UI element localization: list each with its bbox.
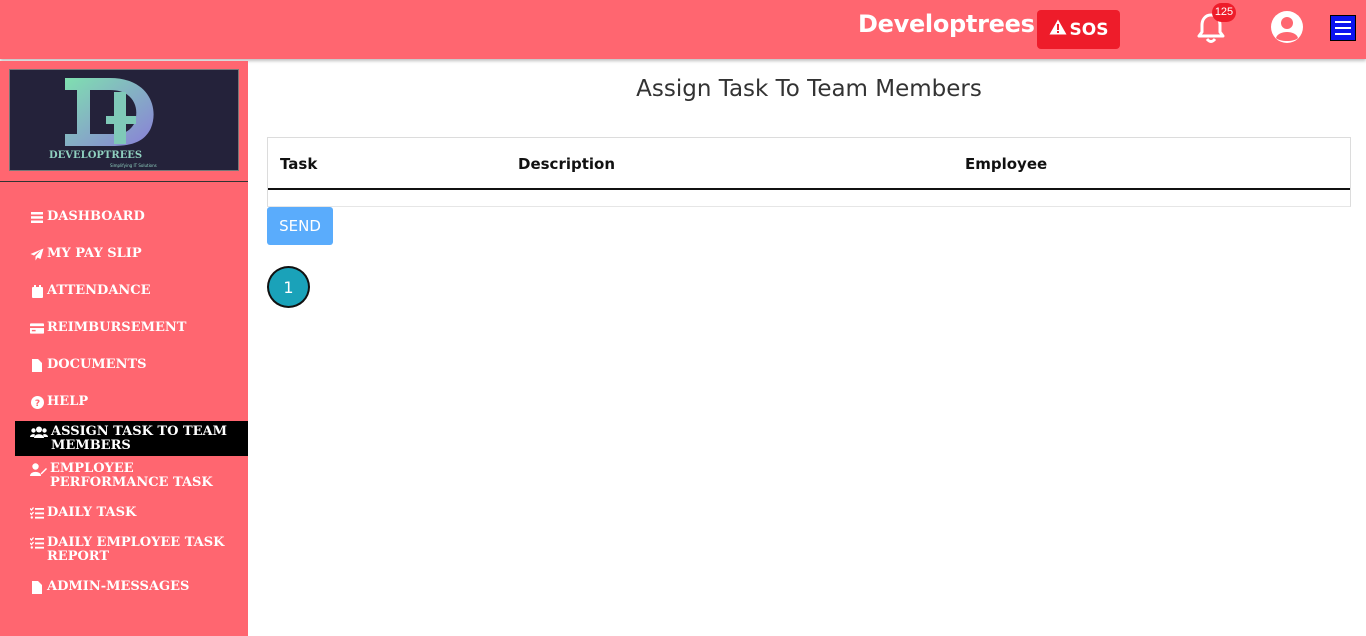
sidebar-item-label: ATTENDANCE — [47, 283, 151, 298]
sidebar-item-admin-messages[interactable]: ADMIN-MESSAGES — [30, 580, 245, 594]
sidebar-item-assign-task[interactable]: ASSIGN TASK TO TEAM MEMBERS — [15, 421, 248, 456]
menu-toggle-button[interactable] — [1330, 15, 1356, 41]
sidebar-item-daily-employee-task-report[interactable]: DAILY EMPLOYEE TASK REPORT — [30, 536, 245, 564]
user-edit-icon — [30, 462, 47, 476]
sidebar-item-label: HELP — [47, 394, 89, 409]
sidebar-item-label: REIMBURSEMENT — [47, 320, 187, 335]
sidebar-item-label: ASSIGN TASK TO TEAM MEMBERS — [51, 424, 228, 453]
sidebar-item-documents[interactable]: DOCUMENTS — [30, 358, 245, 372]
file-icon — [30, 358, 44, 372]
company-logo[interactable]: DEVELOPTREES Simplifying IT Solutions — [9, 69, 239, 171]
sidebar-item-help[interactable]: ? HELP — [30, 395, 245, 409]
logo-text: DEVELOPTREES — [49, 150, 142, 161]
sidebar-item-label: DAILY EMPLOYEE TASK REPORT — [47, 535, 225, 564]
warning-icon — [1049, 19, 1067, 40]
svg-text:?: ? — [34, 399, 39, 409]
sidebar-item-daily-task[interactable]: DAILY TASK — [30, 506, 245, 520]
paper-plane-icon — [30, 247, 44, 261]
bars-icon — [30, 210, 44, 224]
tasks-icon — [30, 506, 44, 520]
sos-label: SOS — [1069, 19, 1109, 40]
top-navbar: Developtrees SOS 125 — [0, 0, 1366, 59]
column-header-description: Description — [518, 155, 616, 173]
file-icon — [30, 580, 44, 594]
question-circle-icon: ? — [30, 395, 44, 409]
column-header-task: Task — [280, 155, 318, 173]
calendar-icon — [30, 284, 44, 298]
brand-title[interactable]: Developtrees — [858, 10, 1035, 38]
sidebar-item-attendance[interactable]: ATTENDANCE — [30, 284, 245, 298]
hamburger-line — [1335, 21, 1351, 23]
sidebar-item-my-pay-slip[interactable]: MY PAY SLIP — [30, 247, 245, 261]
page-title: Assign Task To Team Members — [636, 76, 982, 102]
task-table: Task Description Employee — [267, 137, 1351, 207]
send-button[interactable]: SEND — [267, 207, 333, 245]
hamburger-line — [1335, 33, 1351, 35]
divider — [0, 181, 248, 182]
user-circle-icon[interactable] — [1270, 10, 1304, 44]
sidebar-item-label: DOCUMENTS — [47, 357, 147, 372]
sidebar-item-employee-performance-task[interactable]: EMPLOYEE PERFORMANCE TASK — [30, 462, 245, 490]
hamburger-line — [1335, 27, 1351, 29]
column-header-employee: Employee — [965, 155, 1048, 173]
sidebar-item-dashboard[interactable]: DASHBOARD — [30, 210, 245, 224]
logo-tagline: Simplifying IT Solutions — [110, 163, 157, 168]
notification-badge: 125 — [1212, 3, 1236, 22]
sidebar-item-label: DAILY TASK — [47, 505, 137, 520]
sos-button[interactable]: SOS — [1037, 10, 1120, 49]
users-icon — [30, 425, 48, 439]
sidebar-item-label: EMPLOYEE PERFORMANCE TASK — [50, 461, 213, 490]
sidebar-item-label: MY PAY SLIP — [47, 246, 142, 261]
sidebar-item-label: ADMIN-MESSAGES — [47, 579, 190, 594]
pagination-page-button[interactable]: 1 — [267, 266, 310, 308]
table-header-divider — [268, 188, 1350, 190]
credit-card-icon — [30, 321, 44, 335]
sidebar-item-label: DASHBOARD — [47, 209, 145, 224]
sidebar-item-reimbursement[interactable]: REIMBURSEMENT — [30, 321, 245, 335]
tasks-icon — [30, 536, 44, 550]
